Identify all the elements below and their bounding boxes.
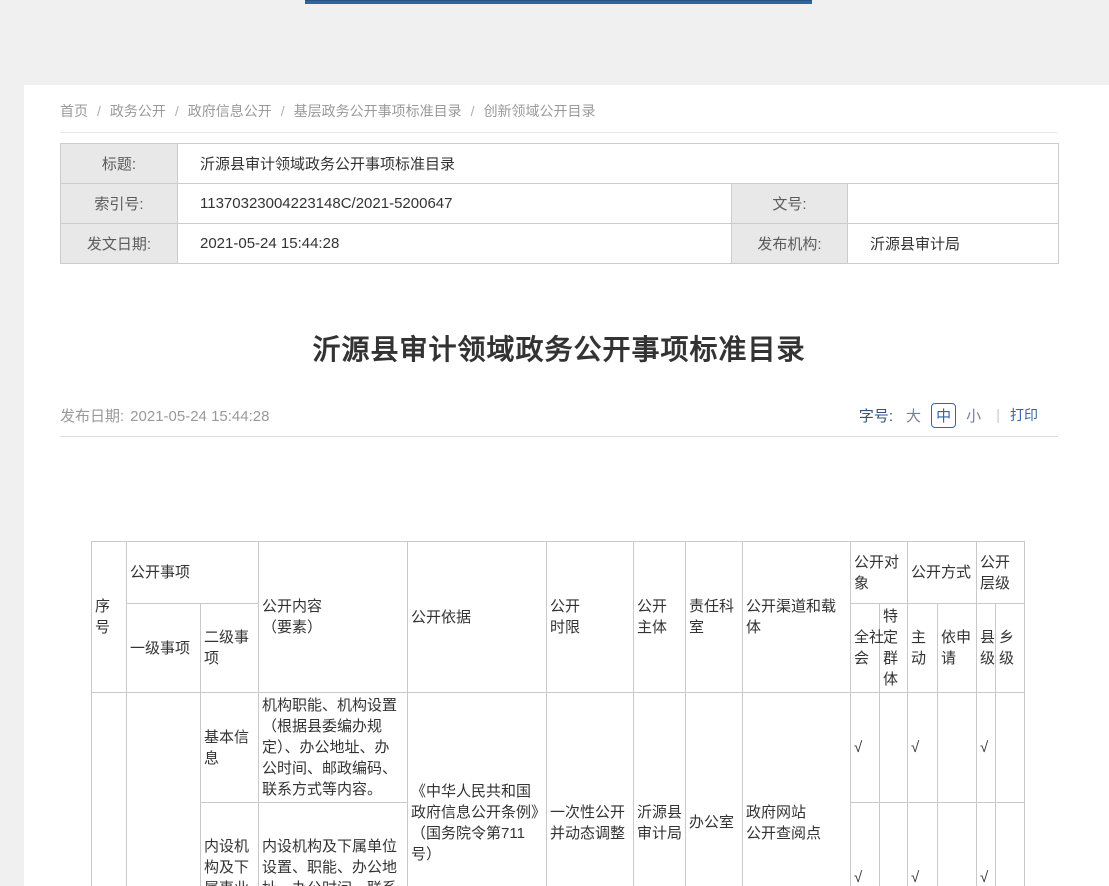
header-specific-groups: 特 定 群 体	[880, 604, 908, 693]
content-inner: 首页 / 政务公开 / 政府信息公开 / 基层政务公开事项标准目录 / 创新领域公开目录 标题:…	[60, 85, 1058, 886]
font-size-label: 字号:	[859, 405, 893, 426]
header-public-matters: 公开事项	[127, 542, 259, 604]
header-county-level: 县 级	[977, 604, 996, 693]
cell-check-proactive: √	[908, 803, 938, 886]
doc-info-issue-date-label: 发文日期:	[61, 224, 178, 264]
cell-second-level-matter: 基本信息	[201, 693, 259, 803]
doc-info-agency-label: 发布机构:	[732, 224, 848, 264]
doc-info-title-label: 标题:	[61, 144, 178, 184]
header-first-level-matter: 一级事项	[127, 604, 201, 693]
cell-public-subject: 沂源县审计局	[634, 693, 686, 886]
breadcrumb-item-gov-info[interactable]: 政府信息公开	[188, 103, 272, 119]
doc-info-docnum-value	[848, 184, 1059, 224]
catalog-table: 序 号 公开事项 公开内容 （要素） 公开依据 公开 时限 公开 主体 责任科 …	[91, 541, 1025, 886]
header-public-targets: 公开对 象	[851, 542, 908, 604]
doc-info-index-value: 11370323004223148C/2021-5200647	[178, 184, 732, 224]
cell-check-all-society: √	[851, 803, 880, 886]
cell-check-township-level	[996, 693, 1025, 803]
cell-responsible-office: 办公室	[686, 693, 743, 886]
header-channels-carriers: 公开渠道和载 体	[743, 542, 851, 693]
header-serial-number: 序 号	[92, 542, 127, 693]
breadcrumb-separator: /	[175, 103, 179, 119]
print-button[interactable]: 打印	[1010, 405, 1038, 425]
doc-info-agency-value: 沂源县审计局	[848, 224, 1059, 264]
cell-check-county-level: √	[977, 693, 996, 803]
article-title: 沂源县审计领域政务公开事项标准目录	[60, 328, 1058, 372]
header-time-limit: 公开 时限	[547, 542, 634, 693]
header-public-levels: 公开 层级	[977, 542, 1025, 604]
cell-serial-number	[92, 693, 127, 886]
cell-check-township-level	[996, 803, 1025, 886]
meta-divider	[60, 436, 1058, 437]
font-size-tools: 字号: 大 中 小 | 打印	[859, 403, 1038, 428]
doc-info-issue-date-value: 2021-05-24 15:44:28	[178, 224, 732, 264]
doc-info-docnum-label: 文号:	[732, 184, 848, 224]
header-proactive: 主 动	[908, 604, 938, 693]
cell-public-basis: 《中华人民共和国政府信息公开条例》（国务院令第711号）	[408, 693, 547, 886]
cell-public-content: 内设机构及下属单位设置、职能、办公地址、办公时间、联系方式、负责人姓名等	[259, 803, 408, 886]
font-size-medium-button[interactable]: 中	[931, 403, 956, 428]
breadcrumb-separator: /	[471, 103, 475, 119]
publish-date-value: 2021-05-24 15:44:28	[130, 408, 269, 425]
doc-info-title-value: 沂源县审计领域政务公开事项标准目录	[178, 144, 1059, 184]
cell-check-county-level: √	[977, 803, 996, 886]
cell-check-specific-groups	[880, 803, 908, 886]
cell-second-level-matter: 内设机构及下属事业单位	[201, 803, 259, 886]
publish-date: 发布日期: 2021-05-24 15:44:28	[60, 405, 269, 426]
header-second-level-matter: 二级事 项	[201, 604, 259, 693]
breadcrumb-separator: /	[281, 103, 285, 119]
header-public-methods: 公开方式	[908, 542, 977, 604]
breadcrumb-item-home[interactable]: 首页	[60, 103, 88, 119]
top-nav-accent-bar	[305, 0, 812, 4]
cell-public-content: 机构职能、机构设置（根据县委编办规定）、办公地址、办公时间、邮政编码、联系方式等…	[259, 693, 408, 803]
cell-check-upon-request	[938, 803, 977, 886]
header-township-level: 乡 级	[996, 604, 1025, 693]
cell-time-limit: 一次性公开并动态调整	[547, 693, 634, 886]
font-size-small-button[interactable]: 小	[966, 405, 981, 426]
breadcrumb: 首页 / 政务公开 / 政府信息公开 / 基层政务公开事项标准目录 / 创新领域公开目录	[60, 85, 1058, 121]
breadcrumb-divider	[60, 132, 1058, 133]
breadcrumb-separator: /	[97, 103, 101, 119]
header-public-content: 公开内容 （要素）	[259, 542, 408, 693]
content-card: 首页 / 政务公开 / 政府信息公开 / 基层政务公开事项标准目录 / 创新领域公开目录 标题:…	[24, 85, 1109, 886]
article-meta-row: 发布日期: 2021-05-24 15:44:28 字号: 大 中 小 | 打印	[60, 402, 1058, 428]
breadcrumb-item-standard-catalog[interactable]: 基层政务公开事项标准目录	[294, 103, 462, 119]
cell-check-upon-request	[938, 693, 977, 803]
header-public-subject: 公开 主体	[634, 542, 686, 693]
cell-check-all-society: √	[851, 693, 880, 803]
breadcrumb-item-innovation-catalog[interactable]: 创新领域公开目录	[484, 103, 596, 119]
cell-check-specific-groups	[880, 693, 908, 803]
font-size-large-button[interactable]: 大	[906, 405, 921, 426]
publish-date-label: 发布日期:	[60, 408, 124, 425]
header-all-society: 全社 会	[851, 604, 880, 693]
doc-info-index-label: 索引号:	[61, 184, 178, 224]
cell-first-level-matter	[127, 693, 201, 886]
doc-info-table: 标题: 沂源县审计领域政务公开事项标准目录 索引号: 1137032300422…	[60, 143, 1059, 264]
breadcrumb-item-open-gov[interactable]: 政务公开	[110, 103, 166, 119]
cell-check-proactive: √	[908, 693, 938, 803]
tools-separator: |	[996, 407, 1000, 424]
header-responsible-office: 责任科 室	[686, 542, 743, 693]
cell-channels-carriers: 政府网站 公开查阅点	[743, 693, 851, 886]
header-public-basis: 公开依据	[408, 542, 547, 693]
header-upon-request: 依申 请	[938, 604, 977, 693]
